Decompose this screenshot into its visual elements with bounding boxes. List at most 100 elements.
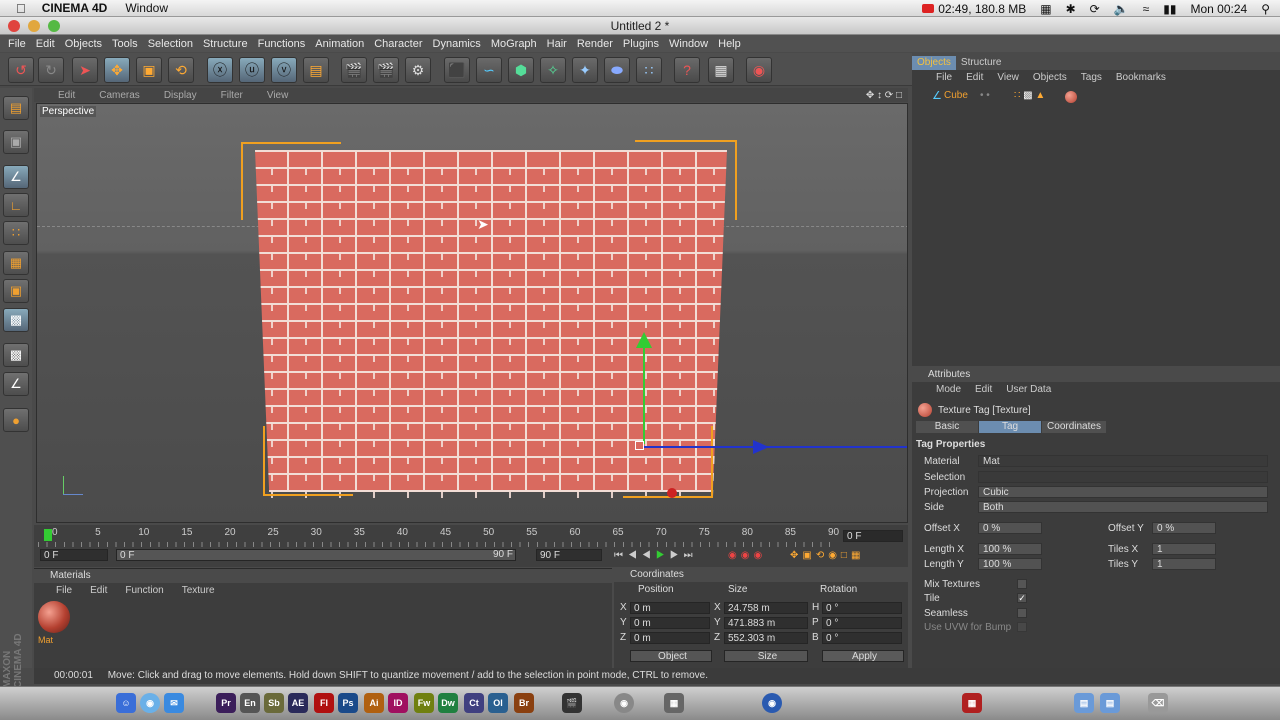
viewport-menu-view[interactable]: View: [267, 90, 289, 101]
uvw-bump-checkbox[interactable]: [1017, 622, 1027, 632]
mail-icon[interactable]: ✉: [164, 693, 184, 713]
close-window-icon[interactable]: [8, 20, 20, 32]
clock[interactable]: Mon 00:24: [1190, 2, 1247, 16]
trash-icon[interactable]: ⌫: [1148, 693, 1168, 713]
render-picture-viewer-button[interactable]: 🎬: [373, 57, 399, 83]
wifi-icon[interactable]: ≈: [1143, 2, 1150, 16]
redo-button[interactable]: ↻: [38, 57, 64, 83]
folder-icon[interactable]: ▤: [1074, 693, 1094, 713]
menu-dynamics[interactable]: Dynamics: [433, 38, 481, 50]
object-name[interactable]: Cube: [944, 90, 968, 101]
time-machine-icon[interactable]: ⟳: [1090, 2, 1100, 16]
tile-checkbox[interactable]: ✓: [1017, 593, 1027, 603]
menu-tools[interactable]: Tools: [112, 38, 138, 50]
pos-z-field[interactable]: 0 m: [630, 632, 710, 644]
pos-y-field[interactable]: 0 m: [630, 617, 710, 629]
x-axis-arrow-icon[interactable]: [753, 440, 769, 454]
offset-y-field[interactable]: 0 %: [1152, 522, 1216, 534]
viewport-menu-filter[interactable]: Filter: [221, 90, 243, 101]
size-mode-dropdown[interactable]: Size: [724, 650, 808, 662]
flash-icon[interactable]: Fl: [314, 693, 334, 713]
undo-button[interactable]: ↺: [8, 57, 34, 83]
menu-objects[interactable]: Objects: [65, 38, 102, 50]
pos-x-field[interactable]: 0 m: [630, 602, 710, 614]
attr-menu-mode[interactable]: Mode: [936, 382, 961, 398]
menu-character[interactable]: Character: [374, 38, 422, 50]
viewport-perspective[interactable]: Perspective ➤: [36, 103, 908, 523]
tiles-y-field[interactable]: 1: [1152, 558, 1216, 570]
contribute-icon[interactable]: Ct: [464, 693, 484, 713]
material-link-field[interactable]: Mat: [978, 455, 1268, 467]
bodypaint-button[interactable]: ◉: [746, 57, 772, 83]
bridge-icon[interactable]: Br: [514, 693, 534, 713]
tab-structure[interactable]: Structure: [956, 56, 1007, 70]
minimize-window-icon[interactable]: [28, 20, 40, 32]
fcp-icon[interactable]: 🎬: [562, 693, 582, 713]
checker-button[interactable]: ▩: [3, 343, 29, 367]
particles-button[interactable]: ∷: [636, 57, 662, 83]
live-selection-button[interactable]: ➤: [72, 57, 98, 83]
render-settings-button[interactable]: ⚙: [405, 57, 431, 83]
object-row-cube[interactable]: ∠ Cube • • ∷ ▩ ▲: [912, 88, 1280, 104]
edge-mode-button[interactable]: ▦: [3, 251, 29, 275]
nurbs-button[interactable]: ⬢: [508, 57, 534, 83]
y-axis-arrow-icon[interactable]: [636, 332, 652, 348]
deformer-button[interactable]: ✦: [572, 57, 598, 83]
z-axis-arrow-icon[interactable]: [667, 488, 677, 498]
color-icon[interactable]: ◉: [614, 693, 634, 713]
scene-button[interactable]: ⬬: [604, 57, 630, 83]
finder-icon[interactable]: ☺: [116, 693, 136, 713]
end-frame-field[interactable]: 90 F: [536, 549, 602, 561]
move-tool-button[interactable]: ✥: [104, 57, 130, 83]
battery-icon[interactable]: ▮▮: [1163, 2, 1176, 16]
illustrator-icon[interactable]: Ai: [364, 693, 384, 713]
menu-render[interactable]: Render: [577, 38, 613, 50]
rot-b-field[interactable]: 0 °: [822, 632, 902, 644]
premiere-icon[interactable]: Pr: [216, 693, 236, 713]
viewport-nav-icons[interactable]: ✥ ↕ ⟳ □: [866, 90, 902, 101]
layout-button[interactable]: ▦: [708, 57, 734, 83]
rot-h-field[interactable]: 0 °: [822, 602, 902, 614]
x-axis-button[interactable]: ⓧ: [207, 57, 233, 83]
menu-window[interactable]: Window: [669, 38, 708, 50]
recording-indicator[interactable]: 02:49, 180.8 MB: [922, 2, 1026, 16]
playhead[interactable]: [44, 529, 52, 541]
length-x-field[interactable]: 100 %: [978, 543, 1042, 555]
dreamweaver-icon[interactable]: Dw: [438, 693, 458, 713]
y-axis-handle[interactable]: [643, 344, 645, 444]
y-axis-button[interactable]: ⓤ: [239, 57, 265, 83]
obj-menu-tags[interactable]: Tags: [1081, 70, 1102, 86]
menu-animation[interactable]: Animation: [315, 38, 364, 50]
timeline-ruler[interactable]: 0 5 10 15 20 25 30 35 40 45 50 55 60 65 70 75 80 85 90: [38, 527, 839, 543]
materials-menu-texture[interactable]: Texture: [182, 584, 215, 598]
soundbooth-icon[interactable]: Sb: [264, 693, 284, 713]
viewport-menu-cameras[interactable]: Cameras: [99, 90, 140, 101]
coordinate-system-button[interactable]: ▤: [303, 57, 329, 83]
indesign-icon[interactable]: ID: [388, 693, 408, 713]
texture-edit-button[interactable]: ▩: [3, 308, 29, 332]
app-menu[interactable]: CINEMA 4D: [42, 1, 108, 15]
obj-menu-view[interactable]: View: [997, 70, 1019, 86]
layout-toggle-button[interactable]: ▤: [3, 96, 29, 120]
selection-field[interactable]: [978, 471, 1268, 483]
polygon-mode-button[interactable]: ▣: [3, 279, 29, 303]
flag-icon[interactable]: ▦: [1040, 2, 1051, 16]
playback-controls[interactable]: ⏮◀◀▶▶⏭: [614, 550, 698, 561]
point-mode-button[interactable]: ∷: [3, 221, 29, 245]
c4d-icon[interactable]: ◉: [762, 693, 782, 713]
downloads-icon[interactable]: ▤: [1100, 693, 1120, 713]
menu-help[interactable]: Help: [718, 38, 741, 50]
viewport-menu-edit[interactable]: Edit: [58, 90, 75, 101]
menu-hair[interactable]: Hair: [547, 38, 567, 50]
encore-icon[interactable]: En: [240, 693, 260, 713]
tab-tag[interactable]: Tag: [979, 421, 1041, 433]
tiles-x-field[interactable]: 1: [1152, 543, 1216, 555]
length-y-field[interactable]: 100 %: [978, 558, 1042, 570]
bluetooth-icon[interactable]: ✱: [1066, 2, 1076, 16]
onlocation-icon[interactable]: Ol: [488, 693, 508, 713]
cube-button[interactable]: ⬛: [444, 57, 470, 83]
menu-file[interactable]: File: [8, 38, 26, 50]
x-axis-handle[interactable]: [643, 446, 907, 448]
apple-icon[interactable]: : [16, 1, 26, 16]
obj-menu-bookmarks[interactable]: Bookmarks: [1116, 70, 1166, 86]
